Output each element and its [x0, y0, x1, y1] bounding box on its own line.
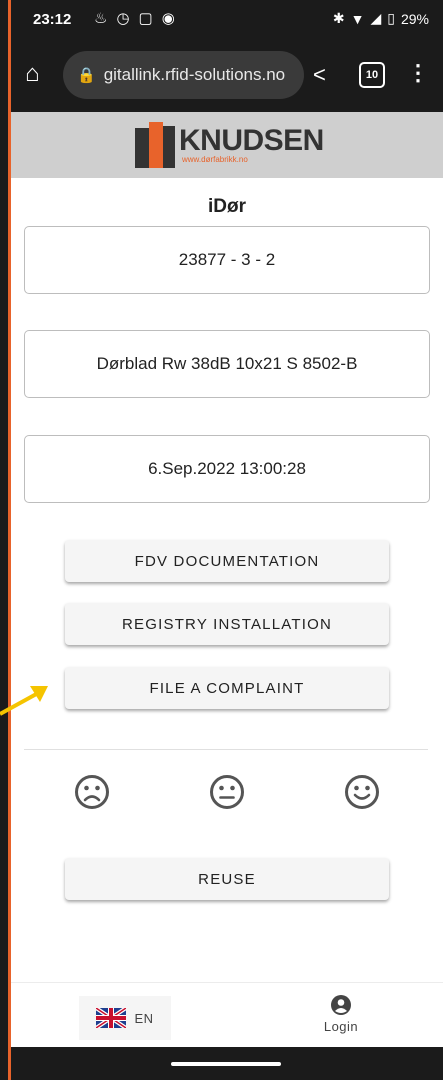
account-icon: [331, 995, 351, 1015]
status-bar: 23:12 ♨ ◷ ▢ ◉ ✱ ▼ ◢ ▯ 29%: [11, 0, 443, 40]
brand-header: KNUDSEN www.dørfabrikk.no: [11, 112, 443, 178]
tab-switcher-button[interactable]: 10: [359, 62, 385, 88]
status-time: 23:12: [33, 11, 72, 28]
app-icon: ◉: [161, 10, 175, 27]
url-text: gitallink.rfid-solutions.no: [103, 65, 286, 84]
file-complaint-button[interactable]: FILE A COMPLAINT: [65, 667, 389, 709]
logo-mark-icon: [135, 122, 175, 168]
footer: EN Login: [11, 982, 443, 1048]
registry-installation-button[interactable]: REGISTRY INSTALLATION: [65, 603, 389, 645]
bluetooth-icon: ✱: [332, 10, 345, 26]
home-icon[interactable]: ⌂: [25, 62, 40, 86]
more-menu-icon[interactable]: ⋮: [407, 60, 429, 86]
signal-icon: ◢: [370, 10, 382, 26]
notification-icons: ♨ ◷ ▢ ◉: [94, 9, 175, 27]
product-field: Dørblad Rw 38dB 10x21 S 8502-B: [24, 330, 430, 398]
phone-screen: 23:12 ♨ ◷ ▢ ◉ ✱ ▼ ◢ ▯ 29% ⌂ 🔒 gitallink.…: [0, 0, 443, 1080]
logo-name: KNUDSEN: [179, 124, 324, 157]
wifi-icon: ▼: [350, 10, 365, 27]
reuse-button[interactable]: REUSE: [65, 858, 389, 900]
login-button[interactable]: Login: [319, 994, 363, 1034]
alarm-icon: ◷: [116, 10, 130, 27]
language-code: EN: [134, 1010, 154, 1026]
url-bar[interactable]: 🔒 gitallink.rfid-solutions.no: [63, 51, 304, 99]
annotation-arrow-icon: [0, 686, 48, 716]
uk-flag-icon: [96, 1008, 127, 1028]
web-page: KNUDSEN www.dørfabrikk.no iDør 23877 - 3…: [11, 112, 443, 1048]
date-field: 6.Sep.2022 13:00:28: [24, 435, 430, 503]
status-right: ✱ ▼ ◢ ▯ 29%: [333, 10, 429, 27]
cast-icon: ▢: [138, 10, 153, 27]
battery-icon: ▯: [387, 10, 395, 26]
knudsen-logo: KNUDSEN www.dørfabrikk.no: [135, 122, 324, 168]
share-icon[interactable]: <: [313, 62, 326, 88]
browser-toolbar: ⌂ 🔒 gitallink.rfid-solutions.no < 10 ⋮: [11, 40, 443, 112]
id-field: 23877 - 3 - 2: [24, 226, 430, 294]
happy-face-icon[interactable]: [344, 774, 380, 810]
fdv-documentation-button[interactable]: FDV DOCUMENTATION: [65, 540, 389, 582]
battery-percent: 29%: [400, 10, 429, 27]
divider: [24, 749, 428, 750]
home-gesture-handle[interactable]: [171, 1062, 281, 1066]
language-selector[interactable]: EN: [79, 996, 171, 1040]
neutral-face-icon[interactable]: [209, 774, 245, 810]
lock-icon: 🔒: [77, 67, 96, 84]
notification-icon: ♨: [94, 10, 108, 27]
login-label: Login: [323, 1019, 359, 1034]
sad-face-icon[interactable]: [74, 774, 110, 810]
page-title: iDør: [208, 196, 246, 217]
logo-url: www.dørfabrikk.no: [182, 155, 248, 164]
left-border: [8, 0, 11, 1080]
system-nav-bar: [11, 1047, 443, 1080]
